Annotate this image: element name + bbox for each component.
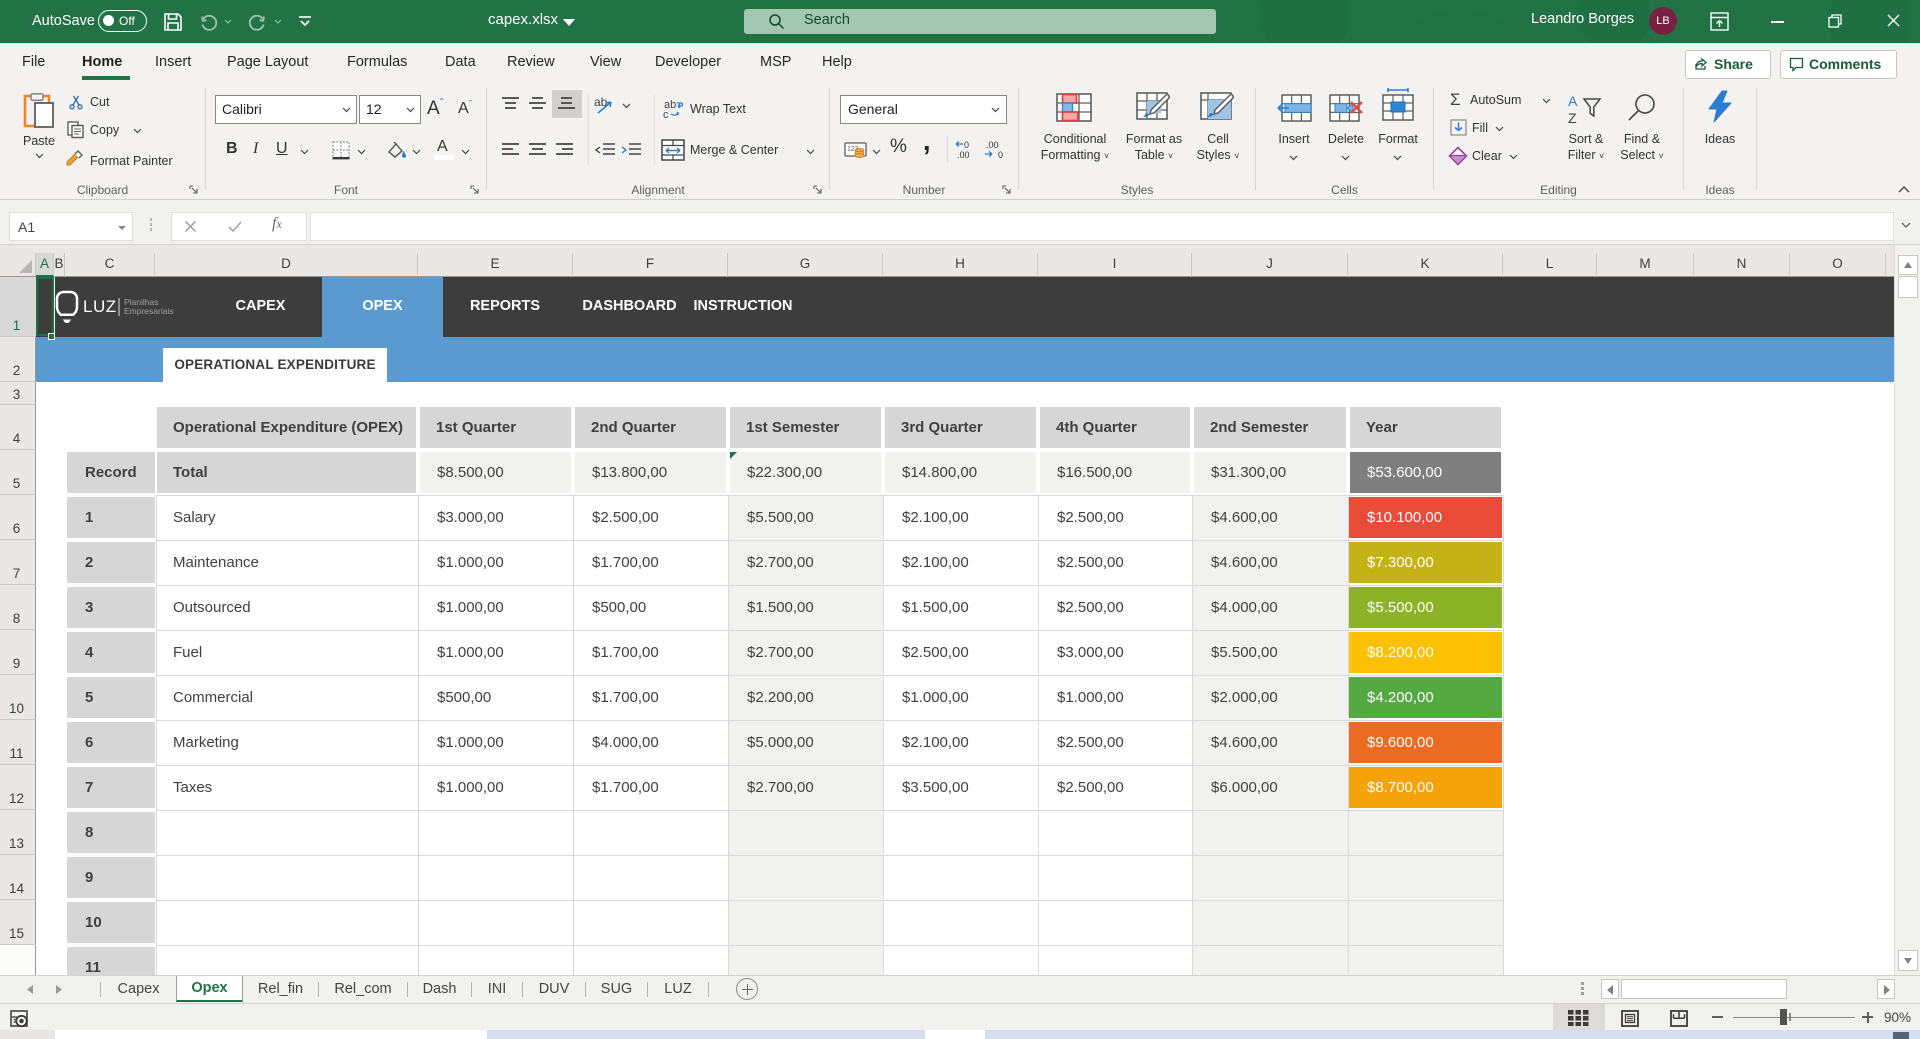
svg-text:A: A [1568,93,1578,109]
svg-text:c: c [663,109,669,121]
svg-text:.00: .00 [986,140,999,150]
svg-text:.00: .00 [957,150,970,160]
svg-text:Z: Z [1568,110,1577,126]
svg-text:0: 0 [998,150,1003,160]
svg-text:0: 0 [964,140,969,150]
